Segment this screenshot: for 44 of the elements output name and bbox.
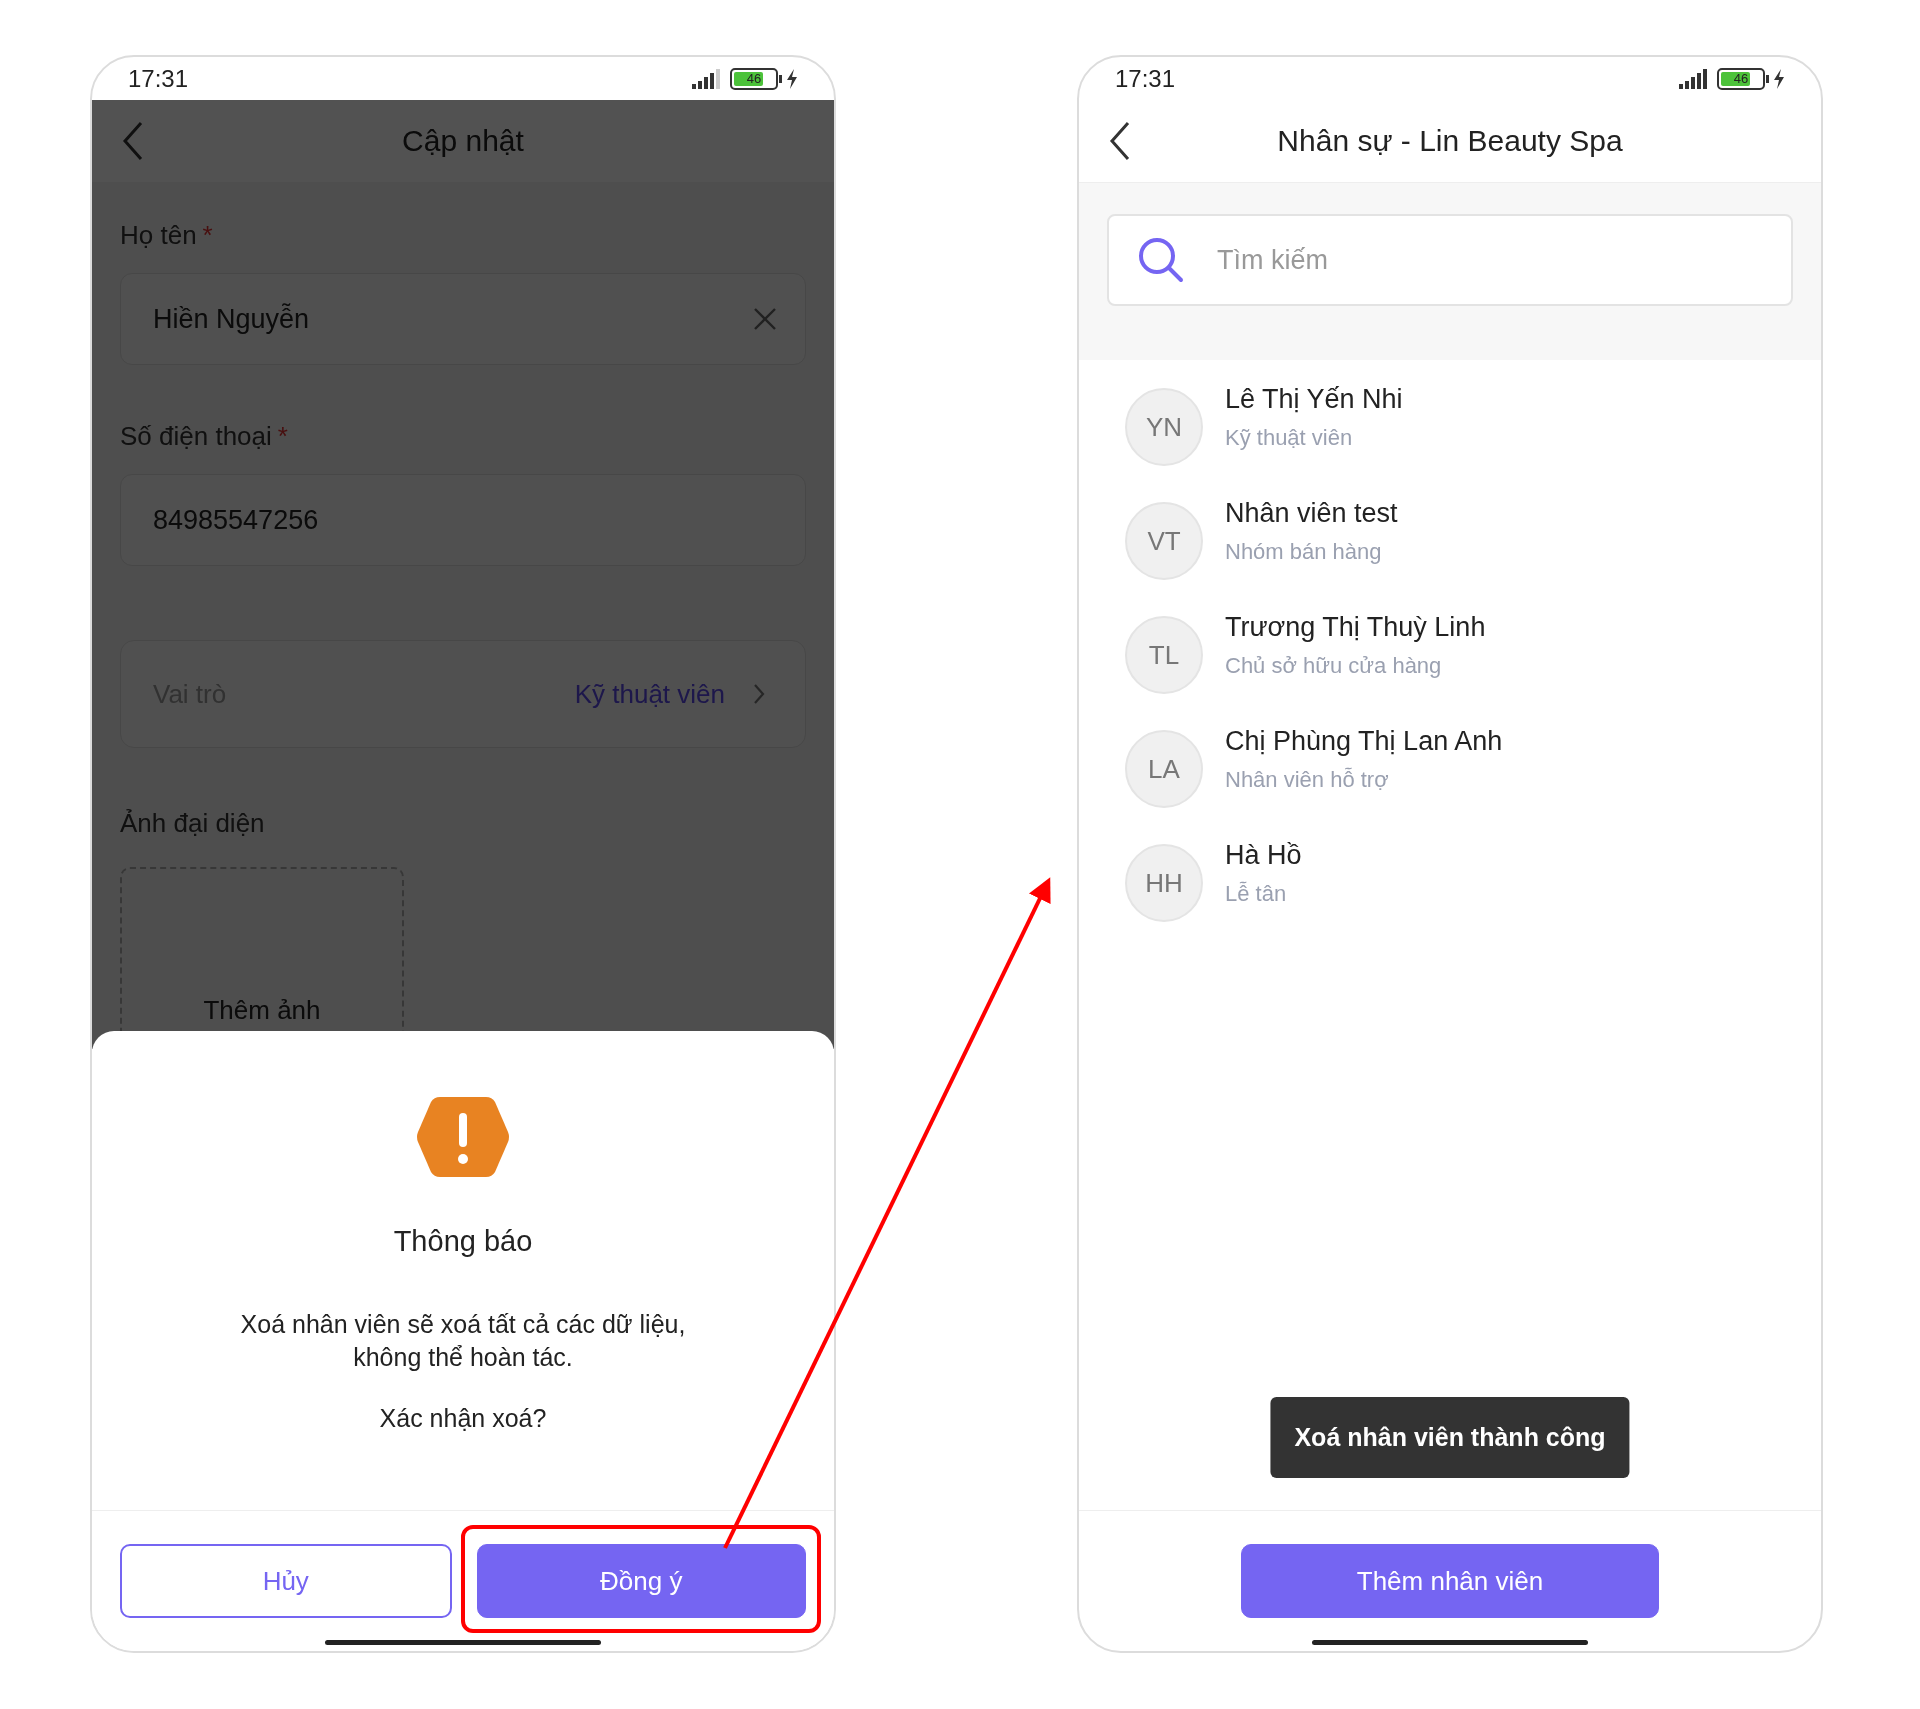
status-time: 17:31 <box>1115 64 1176 93</box>
avatar-label: Ảnh đại diện <box>120 808 266 839</box>
input-field[interactable]: 84985547256 <box>120 474 806 566</box>
charging-icon <box>1773 68 1785 89</box>
staff-role: Nhóm bán hàng <box>1225 538 1383 565</box>
clear-icon[interactable] <box>753 307 777 331</box>
staff-name[interactable]: Trương Thị Thuỳ Linh <box>1225 611 1486 643</box>
required-mark: * <box>202 220 213 251</box>
dialog-title: Thông báo <box>393 1225 533 1258</box>
required-mark: * <box>277 421 288 452</box>
toast-message: Xoá nhân viên thành công <box>1270 1397 1630 1478</box>
avatar-initials: VT <box>1125 502 1203 580</box>
status-time: 17:31 <box>128 64 189 93</box>
field-label: Họ tên <box>120 220 197 251</box>
staff-role: Nhân viên hỗ trợ <box>1225 766 1390 793</box>
confirm-button[interactable]: Đồng ý <box>476 1544 806 1618</box>
role-value: Kỹ thuật viên <box>574 678 725 710</box>
signal-icon <box>692 68 722 89</box>
screen-title: Nhân sự - Lin Beauty Spa <box>1277 124 1623 158</box>
avatar-initials: LA <box>1125 730 1203 808</box>
screen-title: Cập nhật <box>402 124 524 158</box>
add-staff-button[interactable]: Thêm nhân viên <box>1241 1544 1659 1618</box>
staff-name[interactable]: Lê Thị Yến Nhi <box>1225 383 1403 415</box>
staff-name[interactable]: Chị Phùng Thị Lan Anh <box>1225 725 1503 757</box>
dialog-question: Xác nhận xoá? <box>379 1404 547 1433</box>
input-field[interactable]: Hiền Nguyễn <box>120 273 806 365</box>
chevron-right-icon <box>753 683 765 705</box>
staff-role: Kỹ thuật viên <box>1225 424 1354 451</box>
field-label: Số điện thoại <box>120 421 272 452</box>
staff-role: Chủ sở hữu cửa hàng <box>1225 652 1443 679</box>
search-field[interactable]: Tìm kiếm <box>1107 214 1793 306</box>
search-icon <box>1137 236 1185 284</box>
avatar-initials: YN <box>1125 388 1203 466</box>
avatar-initials: TL <box>1125 616 1203 694</box>
back-icon[interactable] <box>1109 121 1131 161</box>
charging-icon <box>786 68 798 89</box>
staff-name[interactable]: Nhân viên test <box>1225 497 1398 529</box>
avatar-initials: HH <box>1125 844 1203 922</box>
dialog-message: Xoá nhân viên sẽ xoá tất cả các dữ liệu, không thể hoàn tác. <box>240 1309 686 1373</box>
cancel-button[interactable]: Hủy <box>120 1544 452 1618</box>
staff-role: Lễ tân <box>1225 880 1288 907</box>
signal-icon <box>1679 68 1709 89</box>
warning-icon <box>416 1095 510 1179</box>
staff-name[interactable]: Hà Hồ <box>1225 839 1302 871</box>
